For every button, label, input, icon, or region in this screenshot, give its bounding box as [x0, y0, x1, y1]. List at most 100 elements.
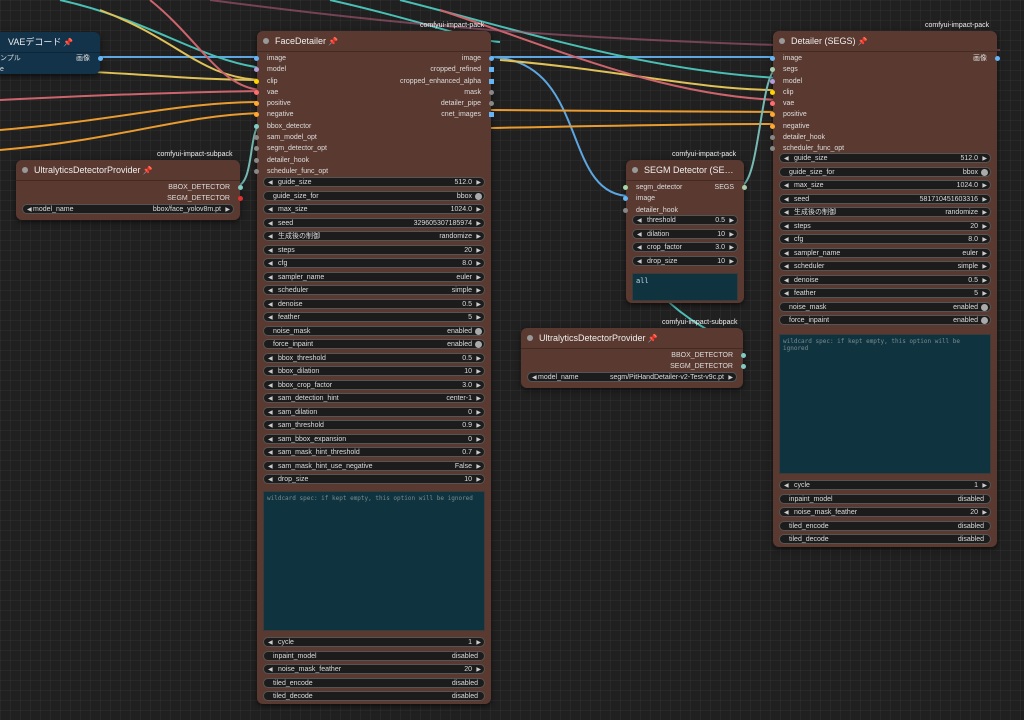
segm-detector-node[interactable]: SEGM Detector (SE… segm_detector SEGS imag… [623, 160, 747, 303]
ultra1-bbox-socket[interactable] [238, 185, 243, 190]
arrow-right-icon[interactable]: ▶ [476, 394, 481, 404]
face-input-socket[interactable] [254, 168, 259, 174]
arrow-left-icon[interactable]: ◀ [268, 354, 273, 364]
arrow-left-icon[interactable]: ◀ [268, 313, 273, 323]
segm-title[interactable]: SEGM Detector (SE… [626, 160, 744, 181]
detailer-widget-scheduler[interactable]: ◀ scheduler simple ▶ [779, 261, 991, 271]
arrow-right-icon[interactable]: ▶ [476, 475, 481, 485]
ultralytics-detector-node-2[interactable]: UltralyticsDetectorProvider 📌 BBOX_DETECT… [521, 328, 746, 388]
face-detailer-node[interactable]: FaceDetailer 📌 image image model cropped_ref… [254, 31, 494, 704]
arrow-left-icon[interactable]: ◀ [637, 216, 642, 226]
face-widget-bbox-threshold[interactable]: ◀ bbox_threshold 0.5 ▶ [263, 352, 485, 364]
face-widget-sam-mask-hint-threshold[interactable]: ◀ sam_mask_hint_threshold 0.7 ▶ [263, 447, 485, 457]
collapse-dot-icon[interactable] [527, 335, 533, 341]
detailer-input-socket[interactable] [770, 89, 775, 95]
detailer-widget-noise-mask[interactable]: noise_mask enabled [779, 301, 991, 312]
detailer-input-socket[interactable] [770, 56, 775, 61]
vae-output-socket[interactable] [98, 56, 103, 61]
arrow-left-icon[interactable]: ◀ [268, 219, 273, 229]
face-widget-denoise[interactable]: ◀ denoise 0.5 ▶ [263, 298, 485, 309]
detailer-widget-max-size[interactable]: ◀ max_size 1024.0 ▶ [779, 180, 991, 190]
arrow-left-icon[interactable]: ◀ [268, 205, 273, 215]
face-widget-sam-detection-hint[interactable]: ◀ sam_detection_hint center-1 ▶ [263, 393, 485, 403]
arrow-right-icon[interactable]: ▶ [476, 273, 481, 283]
face-input-socket[interactable] [254, 123, 259, 129]
face-widget-seed[interactable]: ◀ seed 329605307185974 ▶ [263, 217, 485, 229]
face-widget-sam-threshold[interactable]: ◀ sam_threshold 0.9 ▶ [263, 420, 485, 430]
arrow-right-icon[interactable]: ▶ [476, 462, 481, 472]
arrow-right-icon[interactable]: ▶ [476, 665, 481, 675]
arrow-left-icon[interactable]: ◀ [268, 273, 273, 283]
arrow-right-icon[interactable]: ▶ [476, 354, 481, 364]
toggle-knob-icon[interactable] [981, 168, 988, 176]
arrow-right-icon[interactable]: ▶ [982, 289, 987, 299]
detailer-input-socket[interactable] [770, 101, 775, 107]
arrow-right-icon[interactable]: ▶ [476, 205, 481, 215]
face-input-socket[interactable] [254, 67, 259, 73]
detailer-widget-noise-mask-feather[interactable]: ◀ noise_mask_feather 20 ▶ [779, 507, 991, 517]
detailer-widget-cfg[interactable]: ◀ cfg 8.0 ▶ [779, 234, 991, 244]
arrow-right-icon[interactable]: ▶ [982, 208, 987, 218]
detailer-input-socket[interactable] [770, 78, 775, 84]
segm-output-socket[interactable] [742, 185, 747, 190]
face-widget-steps[interactable]: ◀ steps 20 ▶ [263, 244, 485, 256]
face-input-socket[interactable] [254, 101, 259, 107]
arrow-right-icon[interactable]: ▶ [476, 232, 481, 242]
detailer-widget-steps[interactable]: ◀ steps 20 ▶ [779, 220, 991, 232]
detailer-input-socket[interactable] [770, 135, 775, 141]
detailer-segs-node[interactable]: Detailer (SEGS) 📌 image 画像 segs model clip vae… [770, 31, 1000, 547]
arrow-left-icon[interactable]: ◀ [784, 262, 789, 272]
detailer-widget-feather[interactable]: ◀ feather 5 ▶ [779, 288, 991, 298]
detailer-widget-guide-size[interactable]: ◀ guide_size 512.0 ▶ [779, 153, 991, 163]
arrow-left-icon[interactable]: ◀ [268, 367, 273, 377]
collapse-dot-icon[interactable] [632, 167, 638, 173]
arrow-left-icon[interactable]: ◀ [268, 421, 273, 431]
segm-widget-dilation[interactable]: ◀ dilation 10 ▶ [632, 228, 738, 239]
detailer-widget-guide-size-for[interactable]: guide_size_for bbox [779, 166, 991, 177]
face-widget-scheduler[interactable]: ◀ scheduler simple ▶ [263, 285, 485, 295]
segm-input-socket[interactable] [623, 185, 628, 190]
arrow-left-icon[interactable]: ◀ [268, 448, 273, 458]
arrow-right-icon[interactable]: ▶ [476, 313, 481, 323]
arrow-right-icon[interactable]: ▶ [476, 381, 481, 391]
toggle-knob-icon[interactable] [981, 317, 988, 324]
segm-text-area[interactable]: all [632, 273, 738, 301]
toggle-knob-icon[interactable] [475, 327, 482, 335]
arrow-right-icon[interactable]: ▶ [982, 154, 987, 164]
face-widget-inpaint-model[interactable]: inpaint_model disabled [263, 650, 485, 661]
arrow-left-icon[interactable]: ◀ [637, 243, 642, 253]
collapse-dot-icon[interactable] [22, 167, 28, 173]
detailer-input-socket[interactable] [770, 146, 775, 152]
arrow-right-icon[interactable]: ▶ [982, 195, 987, 205]
arrow-right-icon[interactable]: ▶ [476, 246, 481, 256]
arrow-right-icon[interactable]: ▶ [476, 408, 481, 418]
detailer-output-socket[interactable] [995, 56, 1000, 61]
arrow-right-icon[interactable]: ▶ [476, 259, 481, 269]
arrow-right-icon[interactable]: ▶ [729, 257, 734, 267]
face-widget-cfg[interactable]: ◀ cfg 8.0 ▶ [263, 258, 485, 268]
face-widget-cycle[interactable]: ◀ cycle 1 ▶ [263, 637, 485, 647]
detailer-widget--[interactable]: ◀ 生成後の制御 randomize ▶ [779, 207, 991, 217]
arrow-left-icon[interactable]: ◀ [268, 665, 273, 675]
arrow-left-icon[interactable]: ◀ [268, 246, 273, 256]
detailer-wildcard-textarea[interactable]: wildcard spec: if kept empty, this optio… [779, 334, 991, 474]
arrow-right-icon[interactable]: ▶ [982, 276, 987, 286]
ultra1-model-select[interactable]: ◀ model_name bbox/face_yolov8m.pt ▶ [22, 204, 234, 214]
segm-widget-drop-size[interactable]: ◀ drop_size 10 ▶ [632, 255, 738, 267]
detailer-input-socket[interactable] [770, 112, 775, 118]
arrow-left-icon[interactable]: ◀ [268, 394, 273, 404]
ultra2-title[interactable]: UltralyticsDetectorProvider 📌 [521, 328, 743, 349]
arrow-left-icon[interactable]: ◀ [637, 257, 642, 267]
face-widget-tiled-decode[interactable]: tiled_decode disabled [263, 691, 485, 701]
detailer-widget-inpaint-model[interactable]: inpaint_model disabled [779, 493, 991, 504]
arrow-left-icon[interactable]: ◀ [784, 481, 789, 491]
ultra1-title[interactable]: UltralyticsDetectorProvider 📌 [16, 160, 240, 181]
arrow-right-icon[interactable]: ▶ [982, 249, 987, 259]
vae-decode-node[interactable]: VAEデコード 📌 ンプル 画像 e [0, 32, 103, 74]
arrow-left-icon[interactable]: ◀ [268, 462, 273, 472]
ultralytics-detector-node-1[interactable]: UltralyticsDetectorProvider 📌 BBOX_DETECT… [16, 160, 243, 220]
arrow-left-icon[interactable]: ◀ [268, 475, 273, 485]
arrow-left-icon[interactable]: ◀ [784, 222, 789, 232]
face-output-socket[interactable] [489, 78, 494, 84]
arrow-left-icon[interactable]: ◀ [268, 286, 273, 296]
